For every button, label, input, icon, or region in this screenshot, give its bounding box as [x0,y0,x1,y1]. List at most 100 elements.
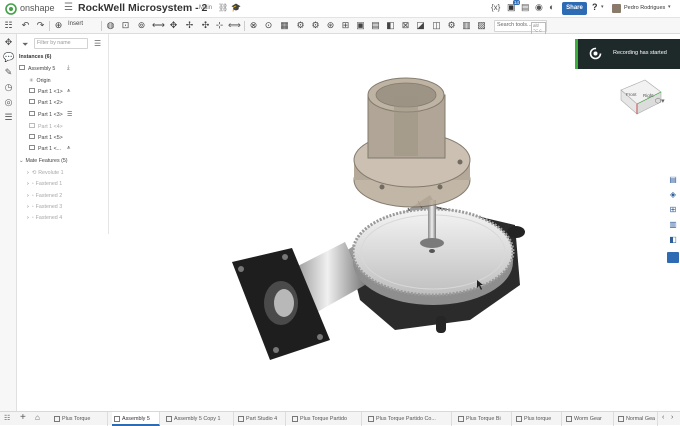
tab-normal-gear[interactable]: Normal Gea [616,412,658,426]
fastened-mate-icon[interactable]: ⊡ [120,20,131,31]
instance-icon[interactable]: ◍ [105,20,116,31]
tab-plus-torque[interactable]: Plus Torque [52,412,108,426]
avatar[interactable] [612,4,621,13]
user-name[interactable]: Pedro Rodrigues [624,5,665,11]
slider-mate-icon[interactable]: ⟷ [152,20,165,31]
tab-assembly-5[interactable]: Assembly 5 [112,412,160,426]
transform-icon[interactable]: ✥ [3,37,14,48]
bom-panel-icon[interactable]: ▥ [668,220,678,230]
onshape-logo-icon[interactable] [5,3,17,15]
comments-icon[interactable]: ▤ [521,2,530,13]
app-store-icon[interactable]: ◐ [549,2,554,12]
graphics-viewport[interactable]: Front Right ⬡▾ [109,34,680,411]
flange-bolt [317,334,323,340]
named-positions-icon[interactable]: ◧ [668,235,678,245]
mass-properties-icon[interactable]: ◫ [431,20,442,31]
custom-features-icon[interactable]: {x} [491,3,500,12]
scroll-tabs-left-icon[interactable]: ‹ [662,414,664,421]
ball-mate-icon[interactable]: ⊹ [214,20,225,31]
add-tab-button[interactable]: + [20,412,26,423]
planar-mate-icon[interactable]: ✣ [200,20,211,31]
simulation-icon[interactable]: ⚙ [446,20,457,31]
filter-input[interactable]: Filter by name [34,38,88,49]
scroll-tabs-right-icon[interactable]: › [671,414,673,421]
list-item[interactable]: Part 1 <1> [29,87,63,97]
insert-button[interactable]: Insert [68,21,83,27]
link-icon[interactable]: ⛓ [218,3,228,12]
help-chevron-down-icon[interactable]: ▾ [601,4,604,10]
edit-notes-icon[interactable]: ✎ [3,67,14,78]
search-tools-field[interactable]: Search tools... alt/⌥ c [494,20,547,35]
list-view-icon[interactable]: ☰ [94,39,101,48]
bom-icon[interactable]: ▥ [461,20,472,31]
tab-plus-torque-partido[interactable]: Plus Torque Partido [290,412,362,426]
versions-icon[interactable]: ◉ [535,2,543,13]
list-item[interactable]: Part 1 <2> [29,98,63,108]
list-item[interactable]: › ▫ Fastened 3 [27,202,62,212]
replicate-icon[interactable]: ▣ [355,20,366,31]
tab-plus-torque-bi[interactable]: Plus Torque Bi [456,412,512,426]
section-view-icon[interactable]: ◪ [415,20,426,31]
toolbar: ☷ ↶ ↷ ⊕ Insert ◍ ⊡ ⊚ ⟷ ✥ ✢ ✣ ⊹ ⟺ ⊗ ⊙ ▦ ⚙… [0,18,680,35]
revolute-mate-icon[interactable]: ⊚ [136,20,147,31]
list-item[interactable]: Part 1 <... [29,144,61,154]
tab-assembly-5-copy-1[interactable]: Assembly 5 Copy 1 [164,412,234,426]
learning-center-icon[interactable]: 🎓 [231,3,241,12]
list-item[interactable]: Part 1 <3> [29,110,63,120]
list-item[interactable]: › ▫ Fastened 4 [27,213,62,223]
cylindrical-mate-icon[interactable]: ✥ [168,20,179,31]
fastened-icon: ▫ [31,193,34,199]
timer-icon[interactable]: ◷ [3,82,14,93]
user-chevron-down-icon[interactable]: ▾ [668,4,671,10]
gearbox-model[interactable] [109,34,680,411]
instances-heading[interactable]: Instances (6) [19,52,51,62]
home-icon[interactable]: ⌂ [35,413,40,422]
view-options-icon[interactable]: ⬡▾ [655,97,665,105]
view-cube[interactable]: Front Right [615,70,667,116]
screw-relation-icon[interactable]: ⊛ [325,20,336,31]
insert-part-icon[interactable]: ⤓ [67,65,70,72]
explode-view-icon[interactable]: ◧ [385,20,396,31]
share-button[interactable]: Share [562,2,587,15]
feature-list-icon[interactable]: ☷ [3,20,14,31]
list-item[interactable]: Part 1 <4> [29,122,63,132]
mates-heading[interactable]: ⌄ Mate Features (5) [19,156,68,166]
tab-worm-gear[interactable]: Worm Gear [564,412,614,426]
measure-icon[interactable]: ⊠ [400,20,411,31]
active-panel-toggle[interactable] [667,252,679,263]
configurations-icon[interactable]: ⊞ [668,205,678,215]
list-item[interactable]: › ⟲ Revolute 1 [27,168,64,178]
pattern-icon[interactable]: ▤ [370,20,381,31]
filter-icon[interactable]: ⏷ [22,40,28,50]
redo-icon[interactable]: ↷ [35,20,46,31]
tab-plus-torque-lower[interactable]: Plus torque [514,412,562,426]
tab-part-studio-4[interactable]: Part Studio 4 [236,412,286,426]
gear-relation-icon[interactable]: ⚙ [295,20,306,31]
help-button[interactable]: ? [592,2,598,12]
appearance-icon[interactable]: ◎ [3,97,14,108]
list-item[interactable]: › ▫ Fastened 2 [27,191,62,201]
linear-relation-icon[interactable]: ⊞ [340,20,351,31]
branch-label[interactable]: Main [199,5,212,11]
list-item[interactable]: › ▫ Fastened 1 [27,179,62,189]
list-item[interactable]: Part 1 <5> [29,133,63,143]
origin-item[interactable]: ✳ Origin [29,76,51,86]
tab-plus-torque-partido-copy[interactable]: Plus Torque Partido Co... [366,412,452,426]
named-views-icon[interactable]: ▨ [476,20,487,31]
list-icon[interactable]: ☰ [3,112,14,123]
mate-connector-icon[interactable]: ⊙ [263,20,274,31]
rack-pinion-icon[interactable]: ⚙ [310,20,321,31]
tangent-mate-icon[interactable]: ⊗ [248,20,259,31]
tab-manager-icon[interactable]: ☷ [4,414,10,422]
appearance-panel-icon[interactable]: ◈ [668,190,678,200]
hamburger-menu-icon[interactable]: ☰ [64,2,73,13]
undo-icon[interactable]: ↶ [20,20,31,31]
properties-icon[interactable]: ▤ [668,175,678,185]
comment-icon[interactable]: 💬 [3,52,14,63]
assembly-item[interactable]: Assembly 5 [19,64,55,74]
document-title[interactable]: RockWell Microsystem - 2 [78,2,207,14]
pin-slot-mate-icon[interactable]: ✢ [184,20,195,31]
insert-icon[interactable]: ⊕ [53,20,64,31]
group-icon[interactable]: ▦ [279,20,290,31]
parallel-mate-icon[interactable]: ⟺ [228,20,241,31]
